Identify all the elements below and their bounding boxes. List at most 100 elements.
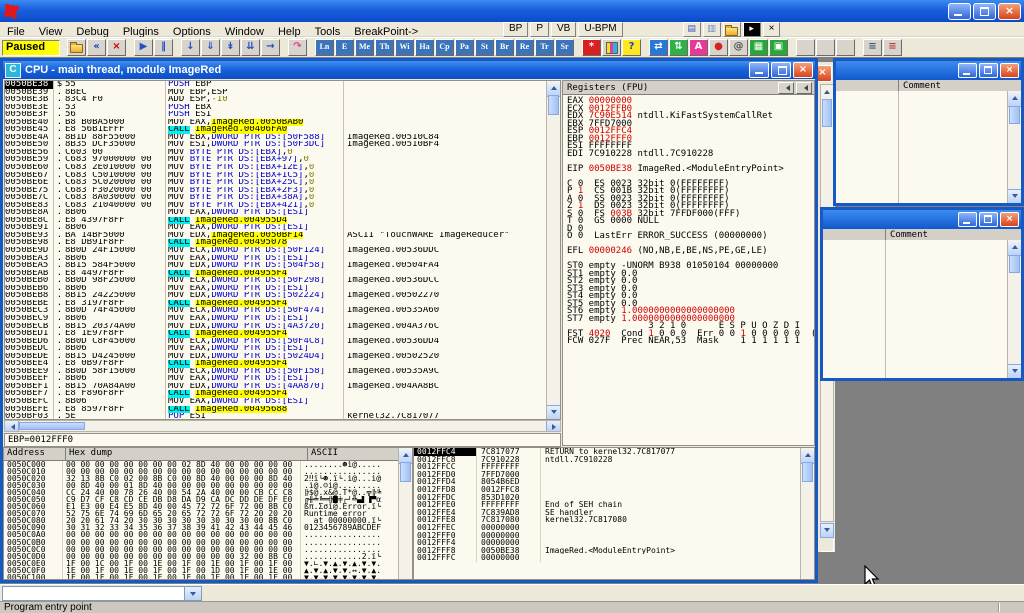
close-button[interactable]: × [793,62,813,78]
goto-button[interactable]: ↷ [288,39,307,56]
disasm-row[interactable]: 0050BE83.C683 21040000 00MOV BYTE PTR DS… [5,202,547,210]
a-plugin-button[interactable]: A [689,39,708,56]
run-button[interactable]: ▶ [134,39,153,56]
spiral-plugin-button[interactable]: @ [729,39,748,56]
dump-row[interactable]: 0050C1001F 00 1F 00 1F 00 1F 00 1F 00 1F… [4,574,399,579]
scroll-down-button[interactable] [1008,364,1021,378]
disasm-row[interactable]: 0050BED6.8B0D C8F45000MOV ECX,DWORD PTR … [5,338,547,346]
options-gear-button[interactable]: * [582,39,601,56]
blank-button-1[interactable] [796,39,815,56]
stack-row[interactable]: 0012FFDC853D1020 [414,494,801,502]
disasm-row[interactable]: 0050BE8C.E8 4397F8FFCALL ImageRed.004955… [5,217,547,225]
swap-plugin-button[interactable]: ⇄ [649,39,668,56]
disasm-row[interactable]: 0050BEB6.8B06MOV EAX,DWORD PTR DS:[ESI] [5,285,547,293]
pane-button-re[interactable]: Re [515,39,534,56]
combobox-dropdown-button[interactable] [184,587,201,600]
stack-row[interactable]: 0012FFF000000000 [414,532,801,540]
scroll-thumb[interactable] [548,95,559,115]
registers-body[interactable]: EAX 00000000ECX 0012FFB0EDX 7C90E514 ntd… [563,95,814,346]
animate-into-button[interactable]: ↡ [221,39,240,56]
screen-plugin-button[interactable]: ▣ [769,39,788,56]
disasm-row[interactable]: 0050BEDE.8B15 D4245000MOV EDX,DWORD PTR … [5,353,547,361]
pane-button-th[interactable]: Th [375,39,394,56]
updown-plugin-button[interactable]: ⇅ [669,39,688,56]
scroll-thumb[interactable] [802,462,813,482]
disasm-row[interactable]: 0050BEB8.8B15 24225000MOV EDX,DWORD PTR … [5,292,547,300]
disasm-row[interactable]: 0050BE91.8B06MOV EAX,DWORD PTR DS:[ESI] [5,224,547,232]
folder-icon-button[interactable] [723,22,741,37]
note-icon-button[interactable]: ▤ [683,22,701,37]
scroll-right-button[interactable] [546,421,560,431]
pane-button-cp[interactable]: Cp [435,39,454,56]
pane-button-br[interactable]: Br [495,39,514,56]
disasm-row[interactable]: 0050BE3B.83C4 F0ADD ESP,-10 [5,96,547,104]
disasm-row[interactable]: 0050BEBE.E8 3197F8FFCALL ImageRed.004955… [5,300,547,308]
disasm-row[interactable]: 0050BE8A.8B06MOV EAX,DWORD PTR DS:[ESI] [5,209,547,217]
command-combobox[interactable] [2,586,202,601]
disasm-row[interactable]: 0050BEE9.8B0D 58F15000MOV ECX,DWORD PTR … [5,368,547,376]
animate-over-button[interactable]: ⇊ [241,39,260,56]
blank-button-2[interactable] [816,39,835,56]
stack-row[interactable]: 0012FFD48054B6ED [414,478,801,486]
minimize-button[interactable] [749,62,769,78]
menu-close-button[interactable]: × [763,22,781,37]
stack-row[interactable]: 0012FFC47C817077RETURN to kernel32.7C817… [414,448,801,456]
pane-button-me[interactable]: Me [355,39,374,56]
disasm-row[interactable]: 0050BE75.C683 F3020000 00MOV BYTE PTR DS… [5,187,547,195]
pane-button-st[interactable]: St [475,39,494,56]
vertical-scrollbar[interactable] [1007,240,1021,378]
minimize-button[interactable] [958,212,977,227]
disasm-row[interactable]: 0050BEA5.8B15 584F5000MOV EDX,DWORD PTR … [5,262,547,270]
disasm-row[interactable]: 0050BE39.8BECMOV EBP,ESP [5,89,547,97]
disasm-row[interactable]: 0050BE9D.8B0D 24F15000MOV ECX,DWORD PTR … [5,247,547,255]
disasm-row[interactable]: 0050BE3E.53PUSH EBX [5,104,547,112]
menu-button-bp[interactable]: BP [503,22,528,37]
breakpoint-dot-button[interactable]: ● [709,39,728,56]
window-body[interactable] [836,91,1008,203]
scroll-down-button[interactable] [1008,189,1021,203]
stack-row[interactable]: 0012FFD07FFD7000 [414,471,801,479]
maximize-button[interactable] [979,212,998,227]
window-body[interactable] [823,240,1008,378]
vertical-scrollbar[interactable] [1007,91,1021,203]
disasm-row[interactable]: 0050BEF7.E8 F896F8FFCALL ImageRed.004955… [5,390,547,398]
disasm-row[interactable]: 0050BE60.C683 2E010000 00MOV BYTE PTR DS… [5,164,547,172]
disasm-row[interactable]: 0050BEC3.8B0D 74F45000MOV ECX,DWORD PTR … [5,307,547,315]
scroll-thumb[interactable] [1009,106,1020,124]
scroll-thumb[interactable] [400,462,411,482]
stack-row[interactable]: 0012FFF400000000 [414,539,801,547]
pane-button-pa[interactable]: Pa [455,39,474,56]
disasm-row[interactable]: 0050BE56.C603 00MOV BYTE PTR DS:[EBX],0 [5,149,547,157]
maximize-button[interactable] [979,63,998,78]
stack-row[interactable]: 0012FFC87C910228ntdll.7C910228 [414,456,801,464]
stack-row[interactable]: 0012FFE87C817080kernel32.7C817080 [414,516,801,524]
menu-button-vb[interactable]: VB [551,22,576,37]
disasm-row[interactable]: 0050BE4A.8B1D 88F55000MOV EBX,DWORD PTR … [5,134,547,142]
menu-button-u-bpm[interactable]: U-BPM [578,22,622,37]
scroll-up-button[interactable] [1008,93,1021,107]
open-file-button[interactable] [67,39,86,56]
maximize-button[interactable] [771,62,791,78]
scroll-left-button[interactable] [5,421,19,431]
book-icon-button[interactable]: ▥ [703,22,721,37]
restore-button[interactable] [973,3,996,20]
stack-row[interactable]: 0012FFFC00000000 [414,554,801,562]
disasm-row[interactable]: 0050BEAB.E8 4497F8FFCALL ImageRed.004955… [5,270,547,278]
minimize-button[interactable] [948,3,971,20]
stack-row[interactable]: 0012FFEC00000000 [414,524,801,532]
disasm-row[interactable]: 0050BE93.BA 14BF5000MOV EDX,ImageRed.005… [5,232,547,240]
scroll-up-button[interactable] [1008,242,1021,256]
keyboard-plugin-button[interactable]: ▦ [749,39,768,56]
stack-row[interactable]: 0012FFE47C839AD8SE handler [414,509,801,517]
command-input[interactable] [3,587,184,600]
close-program-button[interactable]: × [107,39,126,56]
pane-button-tr[interactable]: Tr [535,39,554,56]
disasm-row[interactable]: 0050BE50.8B35 DCF35000MOV ESI,DWORD PTR … [5,141,547,149]
fragment-scroll-down[interactable] [820,523,834,538]
disasm-row[interactable]: 0050BEF1.8B15 70A84A00MOV EDX,DWORD PTR … [5,383,547,391]
pane-button-ln[interactable]: Ln [315,39,334,56]
stack-vscrollbar[interactable] [800,448,814,579]
disasm-row[interactable]: 0050BED1.E8 1E97F8FFCALL ImageRed.004955… [5,330,547,338]
disasm-row[interactable]: 0050BEFC.8B06MOV EAX,DWORD PTR DS:[ESI] [5,398,547,406]
close-button[interactable]: × [1000,212,1019,227]
